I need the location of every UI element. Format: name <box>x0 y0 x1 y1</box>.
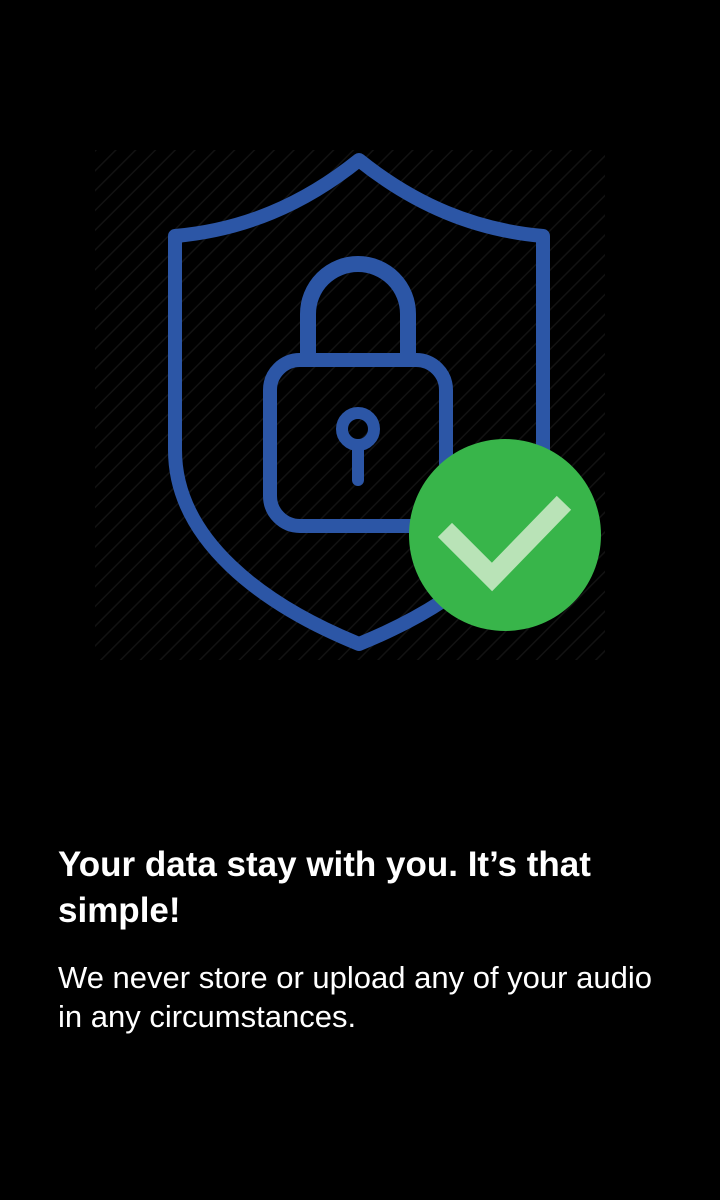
privacy-onboarding-screen: Your data stay with you. It’s that simpl… <box>0 0 720 1200</box>
checkmark-badge-icon <box>409 439 601 631</box>
text-block: Your data stay with you. It’s that simpl… <box>58 842 678 1036</box>
description: We never store or upload any of your aud… <box>58 960 652 1034</box>
headline: Your data stay with you. It’s that simpl… <box>58 845 591 930</box>
privacy-illustration <box>95 150 605 660</box>
